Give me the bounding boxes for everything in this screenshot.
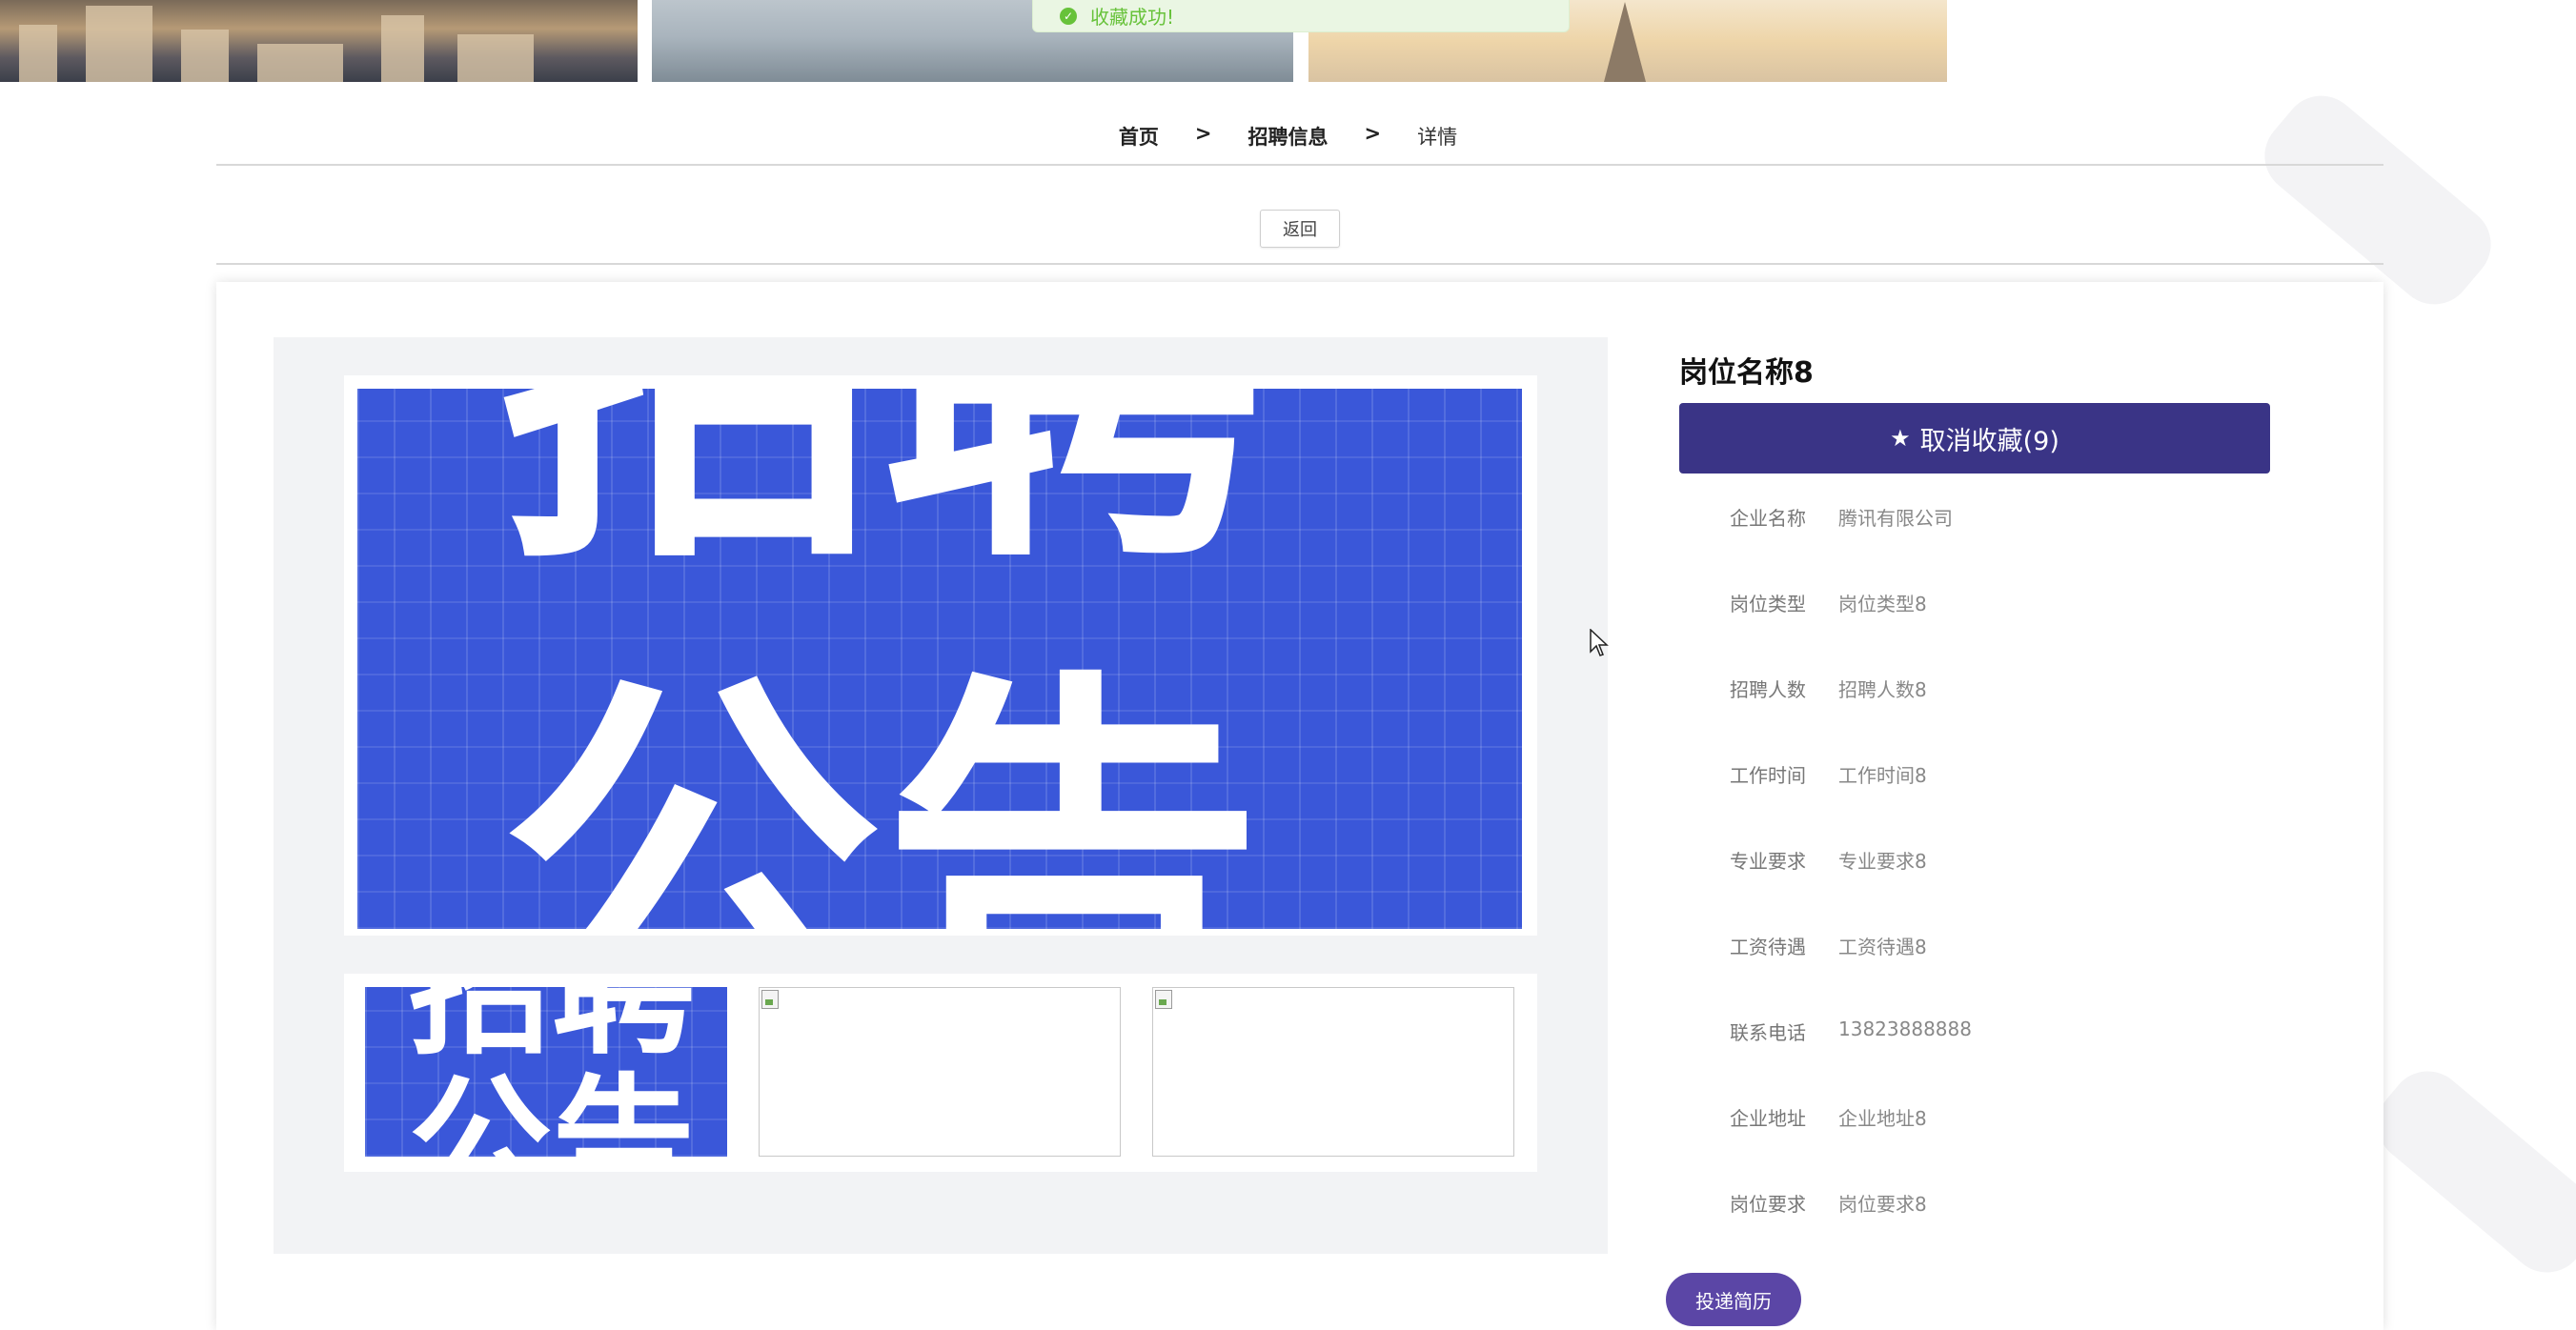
breadcrumb-separator: > xyxy=(1194,122,1212,145)
poster-text: 公告 xyxy=(500,643,1263,930)
breadcrumb-detail: 详情 xyxy=(1417,126,1458,149)
info-value: 招聘人数8 xyxy=(1838,678,1927,701)
unfavorite-label: 取消收藏(9) xyxy=(1919,426,2059,456)
image-gallery: 招聘 公告 招聘 公告 xyxy=(274,337,1608,1254)
info-row-job-type: 岗位类型 岗位类型8 xyxy=(1730,589,2263,675)
info-label: 工资待遇 xyxy=(1730,936,1806,958)
star-icon: ★ xyxy=(1890,425,1911,452)
breadcrumb: 首页 > 招聘信息 > 详情 xyxy=(0,122,2576,151)
info-row-company: 企业名称 腾讯有限公司 xyxy=(1730,503,2263,589)
job-info-list: 企业名称 腾讯有限公司 岗位类型 岗位类型8 招聘人数 招聘人数8 工作时间 工… xyxy=(1730,503,2263,1275)
apply-button[interactable]: 投递简历 xyxy=(1666,1273,1801,1326)
info-value: 工作时间8 xyxy=(1838,764,1927,787)
info-label: 专业要求 xyxy=(1730,850,1806,873)
thumbnail-2[interactable] xyxy=(759,987,1121,1157)
unfavorite-button[interactable]: ★ 取消收藏(9) xyxy=(1679,403,2270,474)
info-row-salary: 工资待遇 工资待遇8 xyxy=(1730,932,2263,1018)
info-row-headcount: 招聘人数 招聘人数8 xyxy=(1730,675,2263,760)
thumbnail-1[interactable]: 招聘 公告 xyxy=(365,987,727,1157)
info-label: 企业名称 xyxy=(1730,507,1806,530)
info-value: 腾讯有限公司 xyxy=(1838,507,1953,530)
info-label: 工作时间 xyxy=(1730,764,1806,787)
info-label: 企业地址 xyxy=(1730,1107,1806,1130)
info-row-work-time: 工作时间 工作时间8 xyxy=(1730,760,2263,846)
info-label: 联系电话 xyxy=(1730,1021,1806,1044)
back-button[interactable]: 返回 xyxy=(1260,210,1340,248)
info-row-phone: 联系电话 13823888888 xyxy=(1730,1018,2263,1103)
info-value: 专业要求8 xyxy=(1838,850,1927,873)
poster-text: 招聘 xyxy=(409,987,696,1075)
breadcrumb-separator: > xyxy=(1364,122,1382,145)
breadcrumb-home[interactable]: 首页 xyxy=(1119,122,1159,151)
main-image-frame: 招聘 公告 xyxy=(344,375,1537,936)
thumbnail-3[interactable] xyxy=(1152,987,1514,1157)
job-detail-card: 招聘 公告 招聘 公告 岗位名称8 ★ 取消收藏(9) 企业名称 腾讯有限公司 xyxy=(216,282,2383,1330)
divider xyxy=(216,263,2383,265)
info-value: 工资待遇8 xyxy=(1838,936,1927,958)
poster-text: 招聘 xyxy=(500,389,1263,579)
info-label: 岗位类型 xyxy=(1730,593,1806,615)
broken-image-icon xyxy=(1155,990,1172,1009)
main-image[interactable]: 招聘 公告 xyxy=(357,389,1522,929)
info-row-address: 企业地址 企业地址8 xyxy=(1730,1103,2263,1189)
job-title: 岗位名称8 xyxy=(1679,356,1814,390)
info-value: 企业地址8 xyxy=(1838,1107,1927,1130)
info-row-requirements: 岗位要求 岗位要求8 xyxy=(1730,1189,2263,1275)
toast-message: 收藏成功! xyxy=(1090,6,1175,29)
mouse-cursor-icon xyxy=(1590,628,1609,657)
info-value: 岗位要求8 xyxy=(1838,1193,1927,1216)
poster-text: 公告 xyxy=(409,1061,696,1157)
broken-image-icon xyxy=(761,990,779,1009)
divider xyxy=(216,164,2383,166)
background-stripe xyxy=(2362,1056,2576,1288)
success-toast: ✓ 收藏成功! xyxy=(1032,0,1570,32)
info-value: 岗位类型8 xyxy=(1838,593,1927,615)
banner-image-city xyxy=(0,0,638,82)
breadcrumb-jobs[interactable]: 招聘信息 xyxy=(1248,122,1329,151)
info-value: 13823888888 xyxy=(1838,1018,1972,1040)
thumbnail-strip: 招聘 公告 xyxy=(344,974,1537,1172)
info-row-major: 专业要求 专业要求8 xyxy=(1730,846,2263,932)
info-label: 招聘人数 xyxy=(1730,678,1806,701)
check-circle-icon: ✓ xyxy=(1060,7,1077,25)
info-label: 岗位要求 xyxy=(1730,1193,1806,1216)
